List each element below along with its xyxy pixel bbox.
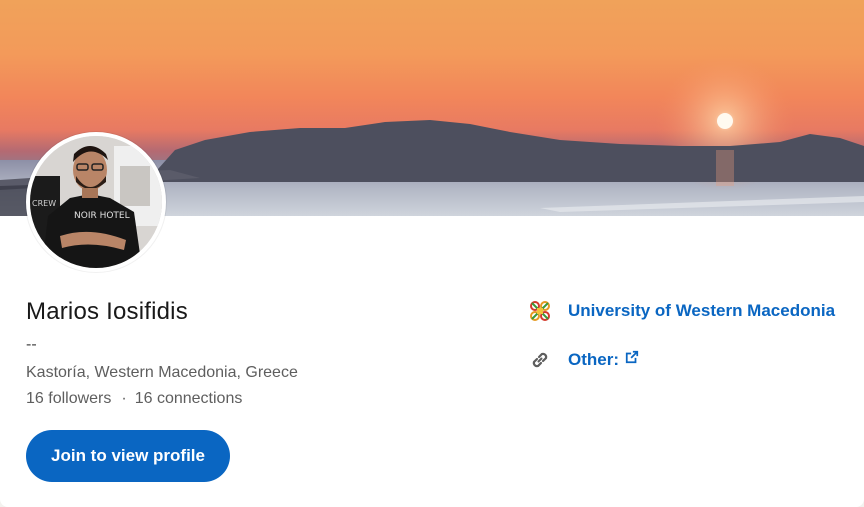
stats-separator: · bbox=[121, 390, 127, 407]
connections-count: 16 connections bbox=[134, 390, 243, 407]
avatar-photo: NOIR HOTEL CREW bbox=[30, 136, 162, 268]
education-item[interactable]: University of Western Macedonia bbox=[528, 299, 835, 323]
svg-text:CREW: CREW bbox=[32, 199, 56, 208]
profile-headline: -- bbox=[26, 336, 37, 353]
profile-avatar[interactable]: NOIR HOTEL CREW bbox=[26, 132, 166, 272]
link-icon bbox=[532, 352, 548, 368]
svg-text:NOIR HOTEL: NOIR HOTEL bbox=[74, 211, 130, 221]
profile-location: Kastoría, Western Macedonia, Greece bbox=[26, 364, 298, 381]
website-item[interactable]: Other: bbox=[528, 348, 639, 372]
website-link[interactable]: Other: bbox=[568, 350, 639, 370]
profile-name: Marios Iosifidis bbox=[26, 298, 188, 325]
university-logo-icon bbox=[530, 301, 550, 321]
website-link-label: Other: bbox=[568, 350, 619, 369]
education-link[interactable]: University of Western Macedonia bbox=[568, 301, 835, 321]
profile-card: NOIR HOTEL CREW Marios Iosifidis -- Kast… bbox=[0, 0, 864, 507]
followers-count: 16 followers bbox=[26, 390, 112, 407]
join-to-view-profile-button[interactable]: Join to view profile bbox=[26, 430, 230, 482]
profile-stats: 16 followers · 16 connections bbox=[26, 390, 242, 408]
external-link-icon bbox=[625, 350, 639, 364]
